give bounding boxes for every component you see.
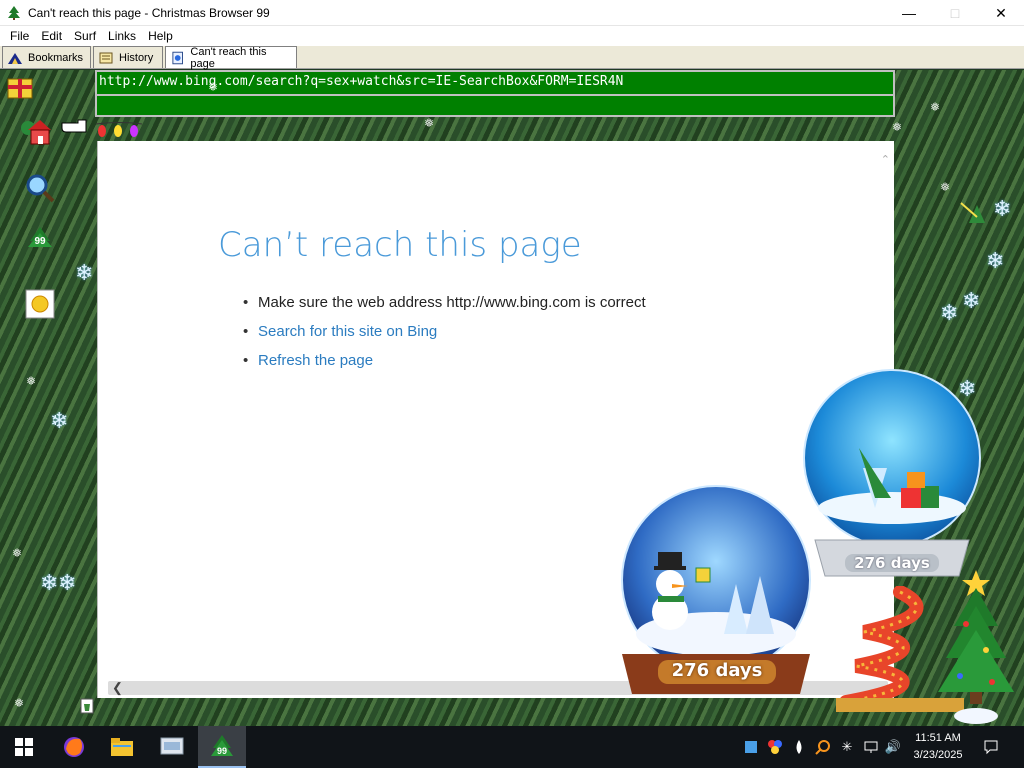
scroll-up-arrow[interactable]: ⌃ <box>881 153 890 166</box>
tab-bookmarks[interactable]: Bookmarks <box>2 46 91 68</box>
christmas-lights-icon <box>96 121 142 139</box>
menu-help[interactable]: Help <box>142 29 179 43</box>
clock-date: 3/23/2025 <box>913 749 963 761</box>
magnifier-icon[interactable] <box>24 172 56 204</box>
tab-bar: Bookmarks History Can't reach this page <box>0 45 1024 70</box>
sun-icon[interactable] <box>24 288 56 320</box>
taskbar: 99 ✳ 🔊 11:51 AM 3/23/2025 <box>0 726 1024 768</box>
address-url: http://www.bing.com/search?q=sex+watch&s… <box>99 74 624 89</box>
countdown-label-1: 276 days <box>671 660 763 681</box>
menu-links[interactable]: Links <box>102 29 142 43</box>
notification-icon[interactable] <box>982 738 1000 756</box>
app-window-icon[interactable] <box>148 726 196 768</box>
snow-dot-icon: ❅ <box>940 180 951 194</box>
taskbar-badge: 99 <box>216 746 227 756</box>
start-button[interactable] <box>0 726 48 768</box>
search-tray-icon[interactable] <box>814 738 832 756</box>
bell-ornament-icon <box>958 198 990 230</box>
bookmark-arrow-icon <box>8 52 22 64</box>
snowflake-icon: ❄ <box>986 248 1005 273</box>
snowflake-icon: ❄ <box>993 196 1012 221</box>
refresh-link[interactable]: Refresh the page <box>243 346 646 375</box>
tab-label: Can't reach this page <box>190 45 267 70</box>
snow-dot-icon: ❅ <box>930 100 941 114</box>
snowflake-icon: ❄ <box>50 408 69 433</box>
clock[interactable]: 11:51 AM 3/23/2025 <box>908 730 968 764</box>
error-title: Can’t reach this page <box>218 225 582 265</box>
snowflake-icon: ❄ <box>940 300 959 325</box>
snowflake-icon: ❄ <box>40 570 59 595</box>
recycle-bin-icon[interactable] <box>80 698 94 714</box>
page-icon <box>172 51 183 64</box>
asterisk-icon[interactable]: ✳ <box>838 738 856 756</box>
menu-file[interactable]: File <box>4 29 35 43</box>
countdown-label-2: 276 days <box>854 554 930 572</box>
tray-colorful-icon[interactable] <box>766 738 784 756</box>
tab-history[interactable]: History <box>93 46 163 68</box>
snow-globe-tree: 276 days <box>793 368 991 586</box>
suggestion-list: Make sure the web address http://www.bin… <box>243 288 646 375</box>
snowflake-icon: ❄ <box>75 260 94 285</box>
tray-app-icon[interactable] <box>742 738 760 756</box>
tab-current-page[interactable]: Can't reach this page <box>165 45 297 70</box>
pointing-hand-icon[interactable] <box>60 116 88 138</box>
minimize-button[interactable]: — <box>886 0 932 26</box>
menu-edit[interactable]: Edit <box>35 29 68 43</box>
network-icon[interactable] <box>862 738 880 756</box>
snow-globe-snowman: 276 days <box>614 484 819 700</box>
tree-badge-label: 99 <box>34 236 46 247</box>
snow-dot-icon: ❅ <box>26 374 37 388</box>
menu-surf[interactable]: Surf <box>68 29 102 43</box>
water-drop-icon[interactable] <box>790 738 808 756</box>
gift-box-icon[interactable] <box>4 70 36 102</box>
snow-dot-icon: ❅ <box>12 546 23 560</box>
list-item: Make sure the web address http://www.bin… <box>243 288 646 317</box>
clock-time: 11:51 AM <box>915 732 961 744</box>
snowflake-icon: ❄ <box>962 288 981 313</box>
christmas-browser-taskbar-icon[interactable]: 99 <box>198 726 246 768</box>
volume-icon[interactable]: 🔊 <box>884 738 902 756</box>
snow-dot-icon: ❅ <box>424 116 435 130</box>
snowflake-icon: ❄ <box>58 570 77 595</box>
home-icon[interactable] <box>20 116 52 148</box>
tree-99-icon[interactable]: 99 <box>24 222 56 254</box>
tab-label: History <box>119 51 154 64</box>
scroll-left-arrow[interactable]: ❮ <box>112 680 123 696</box>
maximize-button[interactable]: □ <box>932 0 978 26</box>
title-bar: Can't reach this page - Christmas Browse… <box>0 0 1024 26</box>
close-button[interactable]: ✕ <box>978 0 1024 26</box>
snow-dot-icon: ❅ <box>14 696 25 710</box>
status-strip <box>95 96 895 117</box>
christmas-tree-decor-icon <box>930 566 1022 726</box>
window-title: Can't reach this page - Christmas Browse… <box>28 5 270 20</box>
christmas-tree-icon <box>8 5 20 20</box>
snow-dot-icon: ❅ <box>208 80 219 94</box>
search-bing-link[interactable]: Search for this site on Bing <box>243 317 646 346</box>
tab-label: Bookmarks <box>28 51 84 64</box>
snow-dot-icon: ❅ <box>892 120 903 134</box>
menu-bar: File Edit Surf Links Help <box>0 26 1024 45</box>
firefox-icon[interactable] <box>50 726 98 768</box>
scroll-icon <box>99 52 113 63</box>
file-explorer-icon[interactable] <box>98 726 146 768</box>
